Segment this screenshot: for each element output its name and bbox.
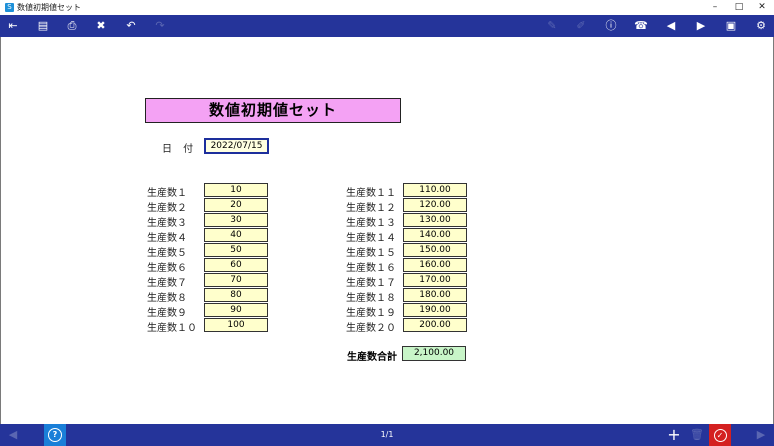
left-label: 生産数３ (147, 218, 187, 229)
right-field[interactable]: 120.00 (403, 198, 467, 212)
right-field[interactable]: 110.00 (403, 183, 467, 197)
left-label: 生産数６ (147, 263, 187, 274)
camera-icon[interactable]: ☎ (630, 17, 652, 35)
scroll-right-icon[interactable]: ▶ (751, 426, 771, 444)
confirm-button[interactable]: ✓ (709, 424, 731, 446)
right-field[interactable]: 170.00 (403, 273, 467, 287)
right-label: 生産数２０ (346, 323, 396, 334)
left-field[interactable]: 60 (204, 258, 268, 272)
form-heading: 数値初期値セット (145, 98, 401, 123)
eraser-icon[interactable]: ✐ (570, 17, 592, 35)
right-label: 生産数１９ (346, 308, 396, 319)
right-field[interactable]: 130.00 (403, 213, 467, 227)
title-bar: S 数値初期値セット – □ ✕ (0, 0, 774, 15)
check-icon: ✓ (713, 429, 727, 442)
left-label: 生産数５ (147, 248, 187, 259)
right-field[interactable]: 190.00 (403, 303, 467, 317)
right-field[interactable]: 150.00 (403, 243, 467, 257)
minimize-icon[interactable]: – (703, 1, 727, 14)
exit-icon[interactable]: ⇤ (2, 17, 24, 35)
right-label: 生産数１７ (346, 278, 396, 289)
info-icon[interactable]: ⓘ (600, 17, 622, 35)
left-field[interactable]: 30 (204, 213, 268, 227)
left-field[interactable]: 100 (204, 318, 268, 332)
trash-icon[interactable]: 🗑 (687, 426, 707, 444)
left-field[interactable]: 80 (204, 288, 268, 302)
right-label: 生産数１２ (346, 203, 396, 214)
right-label: 生産数１５ (346, 248, 396, 259)
prev-page-icon[interactable]: ◀ (660, 17, 682, 35)
left-label: 生産数１ (147, 188, 187, 199)
left-label: 生産数２ (147, 203, 187, 214)
left-label: 生産数８ (147, 293, 187, 304)
left-field[interactable]: 90 (204, 303, 268, 317)
maximize-icon[interactable]: □ (727, 1, 751, 14)
print-icon[interactable]: ▤ (32, 17, 54, 35)
pen-icon[interactable]: ✎ (541, 17, 563, 35)
right-field[interactable]: 200.00 (403, 318, 467, 332)
left-label: 生産数１０ (147, 323, 197, 334)
right-field[interactable]: 160.00 (403, 258, 467, 272)
total-field: 2,100.00 (402, 346, 466, 361)
left-label: 生産数４ (147, 233, 187, 244)
left-field[interactable]: 50 (204, 243, 268, 257)
bottom-bar: ◀ ? 1/1 + 🗑 ✓ ▶ (0, 424, 774, 446)
next-page-icon[interactable]: ▶ (690, 17, 712, 35)
date-field[interactable]: 2022/07/15 (204, 138, 269, 154)
add-icon[interactable]: + (664, 426, 684, 444)
window-title: 数値初期値セット (17, 3, 81, 12)
gear-icon[interactable]: ⚙ (750, 17, 772, 35)
left-field[interactable]: 40 (204, 228, 268, 242)
left-field[interactable]: 20 (204, 198, 268, 212)
left-label: 生産数９ (147, 308, 187, 319)
date-label: 日 付 (162, 144, 198, 155)
page-indicator: 1/1 (380, 430, 394, 439)
close-icon[interactable]: ✕ (750, 1, 774, 14)
right-label: 生産数１４ (346, 233, 396, 244)
right-label: 生産数１６ (346, 263, 396, 274)
clear-icon[interactable]: ✖ (90, 17, 112, 35)
total-label: 生産数合計 (347, 352, 397, 363)
right-label: 生産数１３ (346, 218, 396, 229)
user-icon[interactable]: ▣ (720, 17, 742, 35)
redo-icon[interactable]: ↷ (149, 17, 171, 35)
right-label: 生産数１８ (346, 293, 396, 304)
app-icon: S (5, 3, 14, 12)
right-field[interactable]: 180.00 (403, 288, 467, 302)
right-label: 生産数１１ (346, 188, 396, 199)
preview-icon[interactable]: ⎙ (61, 17, 83, 35)
right-field[interactable]: 140.00 (403, 228, 467, 242)
left-field[interactable]: 70 (204, 273, 268, 287)
toolbar: ⇤ ▤ ⎙ ✖ ↶ ↷ ✎ ✐ ⓘ ☎ ◀ ▶ ▣ ⚙ (0, 15, 774, 37)
left-label: 生産数７ (147, 278, 187, 289)
undo-icon[interactable]: ↶ (120, 17, 142, 35)
left-field[interactable]: 10 (204, 183, 268, 197)
